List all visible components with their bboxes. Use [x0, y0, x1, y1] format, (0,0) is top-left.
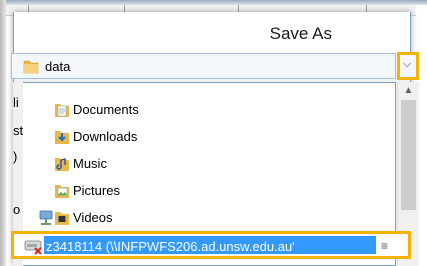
videos-folder-icon	[55, 212, 69, 225]
documents-folder-icon	[55, 104, 69, 117]
chevron-down-icon: ⌵	[403, 58, 412, 70]
disconnected-network-drive-icon	[24, 240, 42, 255]
folder-icon	[23, 60, 39, 74]
fragment-text: li	[13, 95, 19, 110]
dropdown-item-pictures[interactable]: Pictures	[53, 181, 353, 201]
dropdown-item-downloads[interactable]: Downloads	[53, 127, 353, 147]
dialog-title: Save As	[269, 24, 332, 43]
fragment-text: st	[13, 123, 24, 138]
title-bar: Save As	[14, 12, 410, 56]
fragment-text: o	[13, 202, 21, 217]
pictures-folder-icon	[55, 185, 69, 198]
dropdown-item-label: Pictures	[73, 183, 120, 198]
location-combobox[interactable]: data	[11, 53, 396, 79]
dropdown-item-music[interactable]: Music	[53, 154, 353, 174]
downloads-folder-icon	[55, 131, 69, 144]
window-shadow-left	[0, 0, 6, 266]
selected-item-label: z3418114 (\\INFPWFS206.ad.unsw.edu.au'	[46, 239, 295, 254]
dropdown-item-videos[interactable]: Videos	[37, 208, 337, 228]
location-value: data	[45, 59, 71, 74]
selection-highlight: z3418114 (\\INFPWFS206.ad.unsw.edu.au'	[44, 236, 376, 254]
location-dropdown-button[interactable]: ⌵	[397, 52, 419, 80]
dropdown-item-label: Documents	[73, 102, 139, 117]
dropdown-item-network-drive[interactable]: z3418114 (\\INFPWFS206.ad.unsw.edu.au' ≡	[11, 231, 411, 259]
dropdown-item-label: Videos	[73, 210, 113, 225]
dropdown-item-label: Downloads	[73, 129, 138, 144]
dropdown-item-documents[interactable]: Documents	[53, 100, 353, 120]
scroll-up-arrow-icon[interactable]: ▲	[398, 82, 419, 100]
music-folder-icon	[55, 158, 69, 171]
scrollbar-grip-icon: ≡	[381, 239, 389, 253]
dropdown-item-label: Music	[73, 156, 107, 171]
fragment-text: )	[13, 149, 18, 164]
scrollbar-thumb[interactable]	[401, 100, 416, 210]
